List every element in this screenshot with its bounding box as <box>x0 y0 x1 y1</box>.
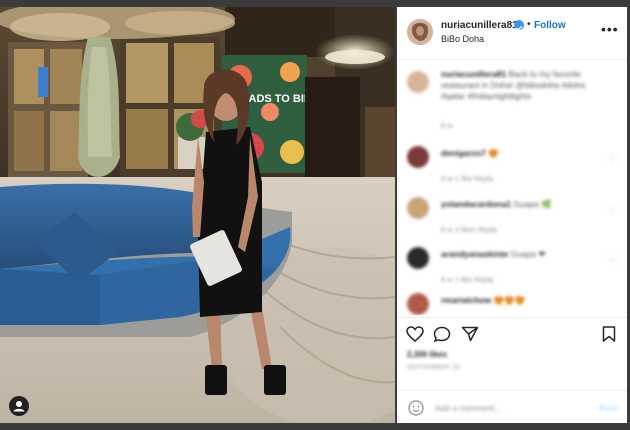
comment-item: rmarialchow 😍😍😍 <box>397 289 627 315</box>
photo-scene: ROADS TO BIBO <box>0 7 395 423</box>
post-actions <box>397 317 627 348</box>
comment-meta: 8 w 1 like Reply <box>441 174 494 183</box>
tagged-people-icon[interactable] <box>9 396 29 416</box>
post-header: nuriacunillera81 • Follow BiBo Doha ••• <box>397 7 627 60</box>
comment-text: Guapa 🌿 <box>513 199 552 209</box>
add-comment-bar: Add a comment... Post <box>397 390 627 424</box>
author-avatar[interactable] <box>407 19 433 45</box>
comment-username[interactable]: rmarialchow <box>441 295 491 305</box>
comment-meta: 8 w 1 like Reply <box>441 275 494 284</box>
separator-dot: • <box>527 19 531 30</box>
comment-avatar[interactable] <box>407 197 429 219</box>
comment-text-block: rmarialchow 😍😍😍 <box>441 295 611 306</box>
more-options-icon[interactable]: ••• <box>601 21 619 37</box>
caption-username[interactable]: nuriacunillera81 <box>441 69 506 79</box>
share-send-icon[interactable] <box>461 326 479 347</box>
caption-avatar[interactable] <box>407 71 429 93</box>
comment-meta: 8 w 3 likes Reply <box>441 225 498 234</box>
instagram-post-modal: ROADS TO BIBO nuriacunillera81 • Follow … <box>0 0 630 430</box>
comment-text-block: yolandacardona1 Guapa 🌿 <box>441 199 611 210</box>
caption-row: nuriacunillera81 Back to my favorite res… <box>397 69 627 130</box>
comment-bubble-icon[interactable] <box>433 326 451 347</box>
comment-text: 😍 <box>488 148 499 158</box>
author-username[interactable]: nuriacunillera81 <box>441 20 518 31</box>
comment-like-icon[interactable]: ♡ <box>609 255 617 266</box>
comment-username[interactable]: denigarzo7 <box>441 148 486 158</box>
comment-text: 😍😍😍 <box>493 295 526 305</box>
comment-item: arandyanaskinte Guapa ❤ 8 w 1 like Reply… <box>397 243 627 293</box>
like-heart-icon[interactable] <box>406 326 424 347</box>
comment-text-block: arandyanaskinte Guapa ❤ <box>441 249 611 260</box>
comment-like-icon[interactable]: ♡ <box>609 154 617 165</box>
comment-like-icon[interactable]: ♡ <box>609 205 617 216</box>
post-location[interactable]: BiBo Doha <box>441 34 484 44</box>
comment-avatar[interactable] <box>407 293 429 315</box>
follow-button[interactable]: Follow <box>534 20 566 31</box>
comment-avatar[interactable] <box>407 146 429 168</box>
likes-count[interactable]: 2,306 likes <box>407 350 447 359</box>
post-comment-button[interactable]: Post <box>599 403 617 413</box>
comment-item: yolandacardona1 Guapa 🌿 8 w 3 likes Repl… <box>397 193 627 243</box>
comment-username[interactable]: yolandacardona1 <box>441 199 511 209</box>
post-sidebar: nuriacunillera81 • Follow BiBo Doha ••• … <box>397 7 627 423</box>
comment-text: Guapa ❤ <box>510 249 546 259</box>
post-photo[interactable]: ROADS TO BIBO <box>0 7 395 423</box>
emoji-smiley-icon[interactable] <box>408 400 424 421</box>
comment-input[interactable]: Add a comment... <box>435 403 502 413</box>
caption-age: 8 w <box>441 121 453 130</box>
comment-username[interactable]: arandyanaskinte <box>441 249 508 259</box>
comment-text-block: denigarzo7 😍 <box>441 148 611 159</box>
verified-badge-icon <box>514 20 524 31</box>
comment-avatar[interactable] <box>407 247 429 269</box>
comment-item: denigarzo7 😍 8 w 1 like Reply ♡ <box>397 142 627 192</box>
caption-text-block: nuriacunillera81 Back to my favorite res… <box>441 69 611 102</box>
bookmark-save-icon[interactable] <box>602 326 616 347</box>
post-date: SEPTEMBER 18 <box>407 364 460 371</box>
